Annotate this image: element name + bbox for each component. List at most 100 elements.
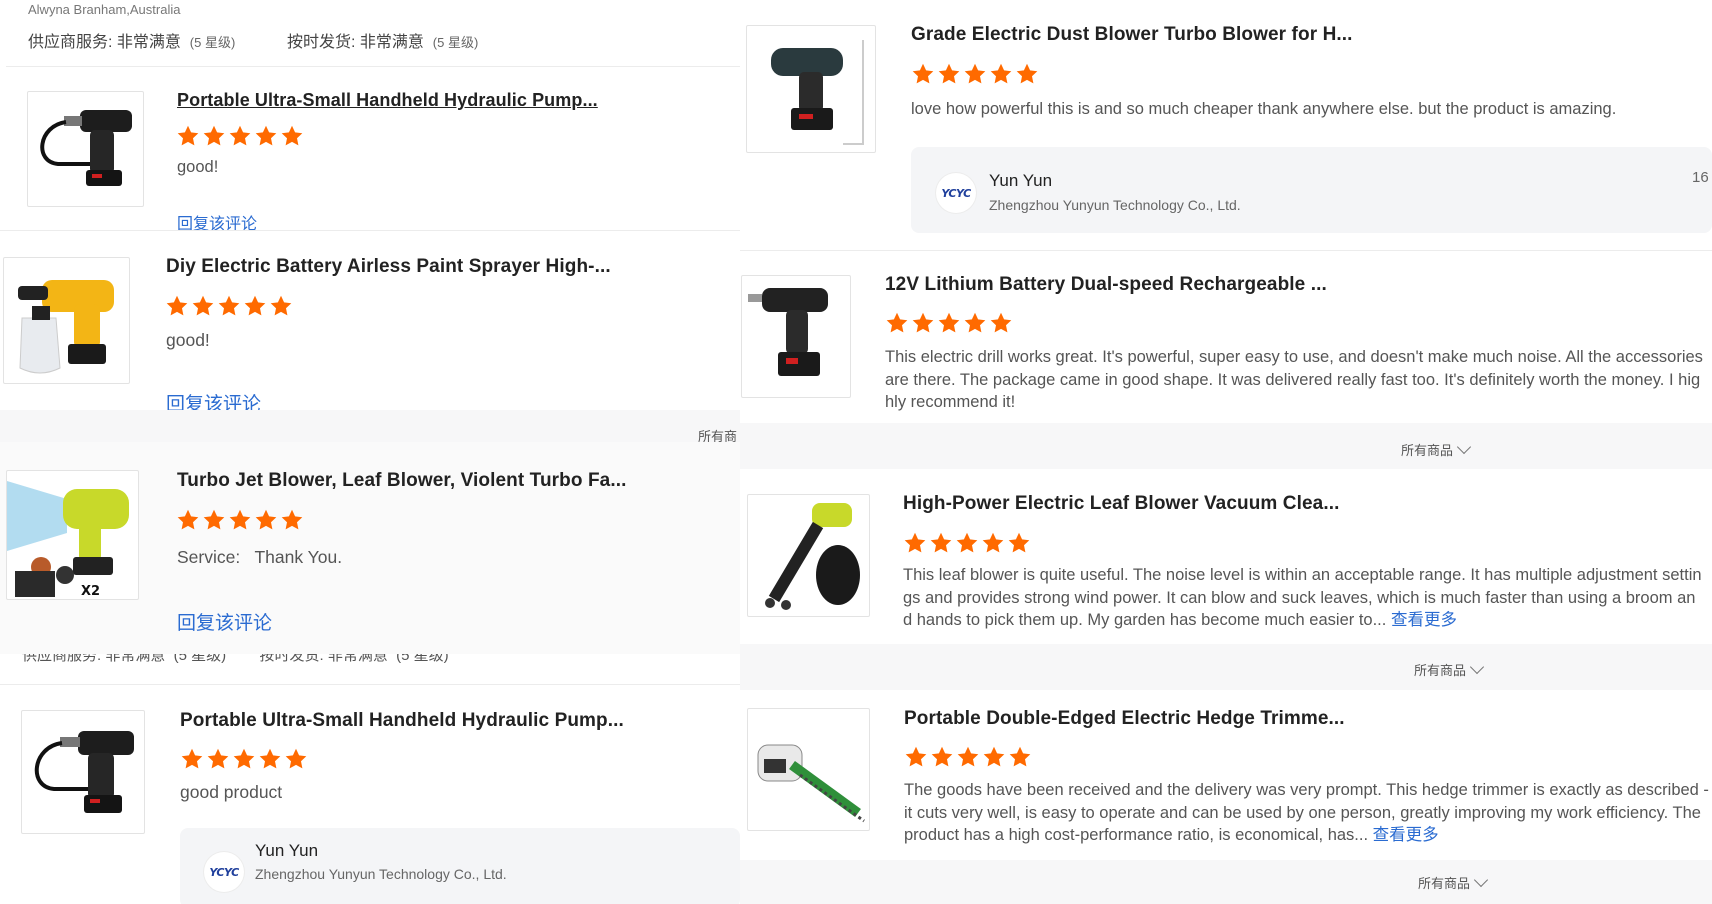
chevron-down-icon [1456,439,1472,455]
reply-count: 16 [1692,169,1709,186]
paint-sprayer-icon [18,280,114,374]
seller-company: Zhengzhou Yunyun Technology Co., Ltd. [255,866,507,882]
star-icon [280,124,304,148]
review-text: Service: Thank You. [177,547,343,567]
rating-stars [911,62,1039,86]
star-icon [284,747,308,771]
review-text: The goods have been received and the del… [904,781,1709,844]
review-collage: Alwyna Branham,Australia 供应商服务: 非常满意 (5 … [0,0,1712,904]
product-thumbnail[interactable] [747,494,870,617]
drill-icon [748,288,828,376]
all-products-label: 所有商品 [1401,443,1454,458]
supplier-service-rating: 供应商服务: 非常满意 (5 星级) [28,34,236,51]
reply-link[interactable]: 回复该评论 [177,608,272,635]
reply-link[interactable]: 回复该评论 [177,210,257,230]
seller-name: Yun Yun [255,841,319,860]
rating-stars [165,294,293,318]
star-icon [904,745,928,769]
see-more-link[interactable]: 查看更多 [1373,826,1439,844]
star-icon [1015,62,1039,86]
shipping-rating: 按时发货: 非常满意 (5 星级) [287,34,479,51]
star-icon [911,62,935,86]
hedge-trimmer-icon [757,744,865,823]
seller-name: Yun Yun [989,171,1053,190]
product-thumbnail[interactable] [747,708,870,831]
hydraulic-pump-icon [34,731,134,813]
review-panel-left-4: 供应商服务: 非常满意 (5 星级) 按时发货: 非常满意 (5 星级) Por… [0,654,740,904]
review-text: good! [166,330,210,350]
star-icon [989,62,1013,86]
see-more-link[interactable]: 查看更多 [1391,611,1457,629]
seller-logo: YCYC [936,173,976,213]
cut-off-rating-row: 供应商服务: 非常满意 (5 星级) 按时发货: 非常满意 (5 星级) [22,654,449,664]
star-icon [981,531,1005,555]
seller-logo: YCYC [204,852,244,892]
all-products-label[interactable]: 所有商 [698,426,737,442]
star-icon [956,745,980,769]
hydraulic-pump-icon [40,110,132,186]
reviewer-location: Alwyna Branham,Australia [28,2,181,17]
review-panel-right-1: Grade Electric Dust Blower Turbo Blower … [740,0,1712,250]
review-text: This electric drill works great. It's po… [885,348,1703,411]
seller-reply-card: YCYC Yun Yun Zhengzhou Yunyun Technology… [911,147,1712,233]
rating-stars [903,531,1031,555]
star-icon [202,508,226,532]
star-icon [191,294,215,318]
product-thumbnail[interactable] [27,91,144,207]
product-thumbnail[interactable] [741,275,851,398]
all-products-bar: 所有商品 [740,423,1712,469]
product-title[interactable]: 12V Lithium Battery Dual-speed Rechargea… [885,274,1327,296]
divider [6,66,740,67]
review-text: This leaf blower is quite useful. The no… [903,566,1702,629]
review-text: good product [180,782,283,802]
chevron-down-icon [1469,659,1485,675]
leaf-blower-icon [765,503,860,610]
product-title[interactable]: High-Power Electric Leaf Blower Vacuum C… [903,493,1339,515]
rating-stars [180,747,308,771]
product-thumbnail[interactable] [746,25,876,153]
star-icon [254,508,278,532]
product-thumbnail[interactable] [3,257,130,384]
star-icon [228,124,252,148]
dust-blower-icon [771,40,864,145]
product-title[interactable]: Portable Double-Edged Electric Hedge Tri… [904,708,1345,730]
star-icon [903,531,927,555]
star-icon [929,531,953,555]
star-icon [228,508,252,532]
star-icon [232,747,256,771]
rating-stars [176,508,304,532]
star-icon [280,508,304,532]
reply-link[interactable]: 回复该评论 [166,389,261,410]
svg-text:X2: X2 [81,584,100,599]
product-title[interactable]: Portable Ultra-Small Handheld Hydraulic … [180,710,624,732]
turbo-blower-icon: X2 [7,481,129,599]
all-products-label: 所有商品 [1414,663,1467,678]
star-icon [180,747,204,771]
star-icon [206,747,230,771]
star-icon [254,124,278,148]
star-icon [176,508,200,532]
product-title[interactable]: Grade Electric Dust Blower Turbo Blower … [911,24,1353,46]
all-products-dropdown[interactable]: 所有商品 [1401,439,1472,459]
review-panel-left-1: Alwyna Branham,Australia 供应商服务: 非常满意 (5 … [0,0,740,230]
all-products-bar: 所有商品 [740,860,1712,904]
review-panel-right-3: High-Power Electric Leaf Blower Vacuum C… [740,469,1712,644]
star-icon [217,294,241,318]
review-panel-left-2: Diy Electric Battery Airless Paint Spray… [0,230,740,410]
star-icon [165,294,189,318]
product-title[interactable]: Portable Ultra-Small Handheld Hydraulic … [177,90,598,111]
star-icon [937,311,961,335]
star-icon [243,294,267,318]
seller-company: Zhengzhou Yunyun Technology Co., Ltd. [989,197,1241,213]
review-panel-right-4: Portable Double-Edged Electric Hedge Tri… [740,690,1712,860]
star-icon [176,124,200,148]
star-icon [930,745,954,769]
all-products-dropdown[interactable]: 所有商品 [1418,872,1489,892]
product-thumbnail[interactable] [21,710,145,834]
all-products-dropdown[interactable]: 所有商品 [1414,659,1485,679]
product-title[interactable]: Turbo Jet Blower, Leaf Blower, Violent T… [177,470,626,492]
product-thumbnail[interactable]: X2 [6,470,139,600]
review-panel-left-3: X2 Turbo Jet Blower, Leaf Blower, Violen… [0,442,740,654]
product-title[interactable]: Diy Electric Battery Airless Paint Spray… [166,256,611,278]
star-icon [911,311,935,335]
